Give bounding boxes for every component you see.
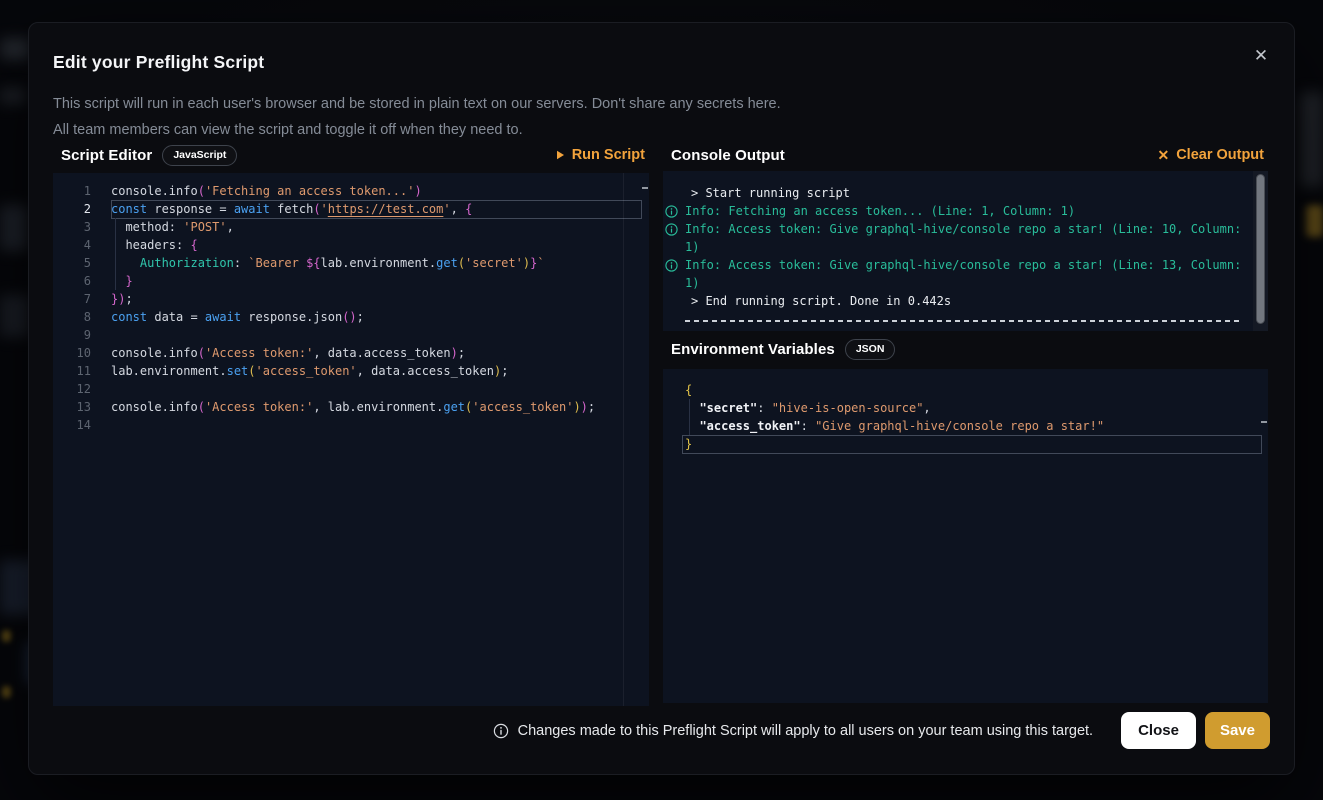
code-line: {: [663, 381, 1268, 399]
preflight-script-modal: ✕ Edit your Preflight Script This script…: [28, 22, 1295, 775]
save-button[interactable]: Save: [1205, 712, 1270, 749]
console-log-entry: Info: Access token: Give graphql-hive/co…: [663, 256, 1245, 292]
json-badge: JSON: [845, 339, 896, 360]
line-number: 3: [53, 218, 111, 236]
console-output-title: Console Output: [671, 147, 785, 164]
console-log-text: Info: Access token: Give graphql-hive/co…: [685, 258, 1249, 290]
line-number: 8: [53, 308, 111, 326]
console-output-panel: > Start running script Info: Fetching an …: [663, 171, 1268, 331]
code-line: 13console.info('Access token:', lab.envi…: [53, 398, 649, 416]
info-icon: [665, 223, 678, 236]
info-icon: [665, 205, 678, 218]
console-log-entry: > End running script. Done in 0.442s: [663, 292, 1245, 310]
background-blur-shape: [0, 205, 28, 251]
line-number: 12: [53, 380, 111, 398]
editor-cursor-marker: [1261, 421, 1267, 423]
console-output-header: Console Output ✕ Clear Output: [663, 142, 1268, 168]
script-editor-header: Script Editor JavaScript Run Script: [53, 142, 649, 168]
code-line: 11lab.environment.set('access_token', da…: [53, 362, 649, 380]
environment-variables-header: Environment Variables JSON: [663, 336, 1268, 362]
info-icon: [665, 259, 678, 272]
modal-description-line2: All team members can view the script and…: [53, 117, 781, 143]
script-editor[interactable]: 1console.info('Fetching an access token.…: [53, 173, 649, 706]
console-log-text: > Start running script: [691, 186, 850, 200]
close-button[interactable]: Close: [1121, 712, 1196, 749]
background-blur-shape: [0, 295, 30, 337]
line-number: 13: [53, 398, 111, 416]
editor-cursor-marker: [642, 187, 648, 189]
line-number: 4: [53, 236, 111, 254]
javascript-badge: JavaScript: [162, 145, 237, 166]
console-log-text: Info: Fetching an access token... (Line:…: [685, 204, 1075, 218]
console-scrollbar-thumb[interactable]: [1256, 174, 1265, 324]
console-log-text: > End running script. Done in 0.442s: [691, 294, 951, 308]
code-line: 3 method: 'POST',: [53, 218, 649, 236]
line-number: 7: [53, 290, 111, 308]
console-log-entry: > Start running script: [663, 184, 1245, 202]
line-number: 14: [53, 416, 111, 434]
code-line: "access_token": "Give graphql-hive/conso…: [663, 417, 1268, 435]
code-line: 9: [53, 326, 649, 344]
modal-title: Edit your Preflight Script: [53, 52, 264, 73]
console-log-entry: Info: Fetching an access token... (Line:…: [663, 202, 1245, 220]
console-divider: [685, 320, 1243, 322]
line-number: 6: [53, 272, 111, 290]
line-number: 1: [53, 182, 111, 200]
environment-variables-title: Environment Variables: [671, 341, 835, 358]
editor-overview-ruler: [623, 173, 624, 706]
line-number: 2: [53, 200, 111, 218]
line-number: 5: [53, 254, 111, 272]
footer-notice: Changes made to this Preflight Script wi…: [493, 723, 1093, 739]
line-number: 10: [53, 344, 111, 362]
code-line: }: [663, 435, 1268, 453]
code-line: 2const response = await fetch('https://t…: [53, 200, 649, 218]
footer-notice-text: Changes made to this Preflight Script wi…: [518, 723, 1093, 739]
clear-output-label: Clear Output: [1176, 147, 1264, 163]
modal-description-line1: This script will run in each user's brow…: [53, 91, 781, 117]
background-blur-shape: [1306, 205, 1323, 237]
clear-icon: ✕: [1157, 148, 1169, 162]
console-log-entry: Info: Access token: Give graphql-hive/co…: [663, 220, 1245, 256]
code-line: 4 headers: {: [53, 236, 649, 254]
run-script-button[interactable]: Run Script: [556, 147, 645, 163]
code-line: 8const data = await response.json();: [53, 308, 649, 326]
run-script-label: Run Script: [572, 147, 645, 163]
script-editor-title: Script Editor: [61, 147, 152, 164]
code-line: 5 Authorization: `Bearer ${lab.environme…: [53, 254, 649, 272]
code-line: 1console.info('Fetching an access token.…: [53, 182, 649, 200]
code-line: 6 }: [53, 272, 649, 290]
background-blur-shape: [0, 38, 30, 60]
info-icon: [493, 723, 509, 739]
code-line: 12: [53, 380, 649, 398]
background-blur-shape: [2, 686, 11, 698]
background-blur-shape: [1300, 92, 1323, 187]
play-icon: [556, 150, 565, 160]
code-line: 7});: [53, 290, 649, 308]
line-number: 11: [53, 362, 111, 380]
console-log-text: Info: Access token: Give graphql-hive/co…: [685, 222, 1249, 254]
modal-footer: Changes made to this Preflight Script wi…: [493, 712, 1270, 749]
background-blur-shape: [2, 630, 11, 642]
background-blur-shape: [0, 88, 26, 104]
code-line: 10console.info('Access token:', data.acc…: [53, 344, 649, 362]
code-line: "secret": "hive-is-open-source",: [663, 399, 1268, 417]
environment-variables-editor[interactable]: { "secret": "hive-is-open-source", "acce…: [663, 369, 1268, 703]
console-scrollbar-track[interactable]: [1253, 171, 1268, 331]
clear-output-button[interactable]: ✕ Clear Output: [1157, 147, 1264, 163]
code-line: 14: [53, 416, 649, 434]
modal-description: This script will run in each user's brow…: [53, 91, 781, 143]
line-number: 9: [53, 326, 111, 344]
close-icon[interactable]: ✕: [1248, 43, 1274, 69]
